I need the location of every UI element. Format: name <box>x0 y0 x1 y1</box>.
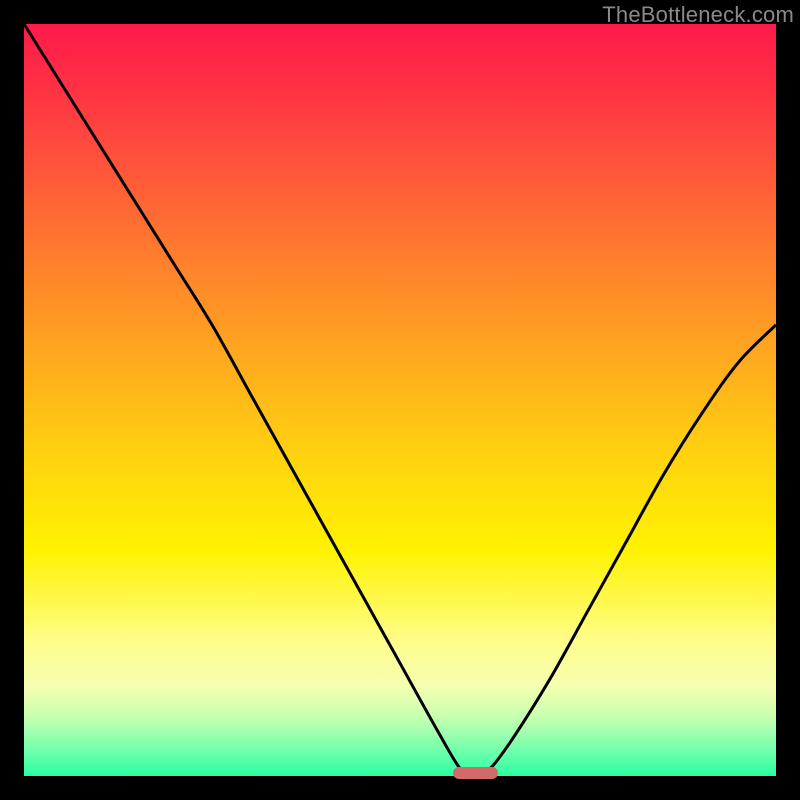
curve-svg <box>24 24 776 776</box>
plot-area <box>24 24 776 776</box>
minimum-marker <box>453 767 498 779</box>
chart-frame: TheBottleneck.com <box>0 0 800 800</box>
bottleneck-curve-path <box>24 24 776 776</box>
